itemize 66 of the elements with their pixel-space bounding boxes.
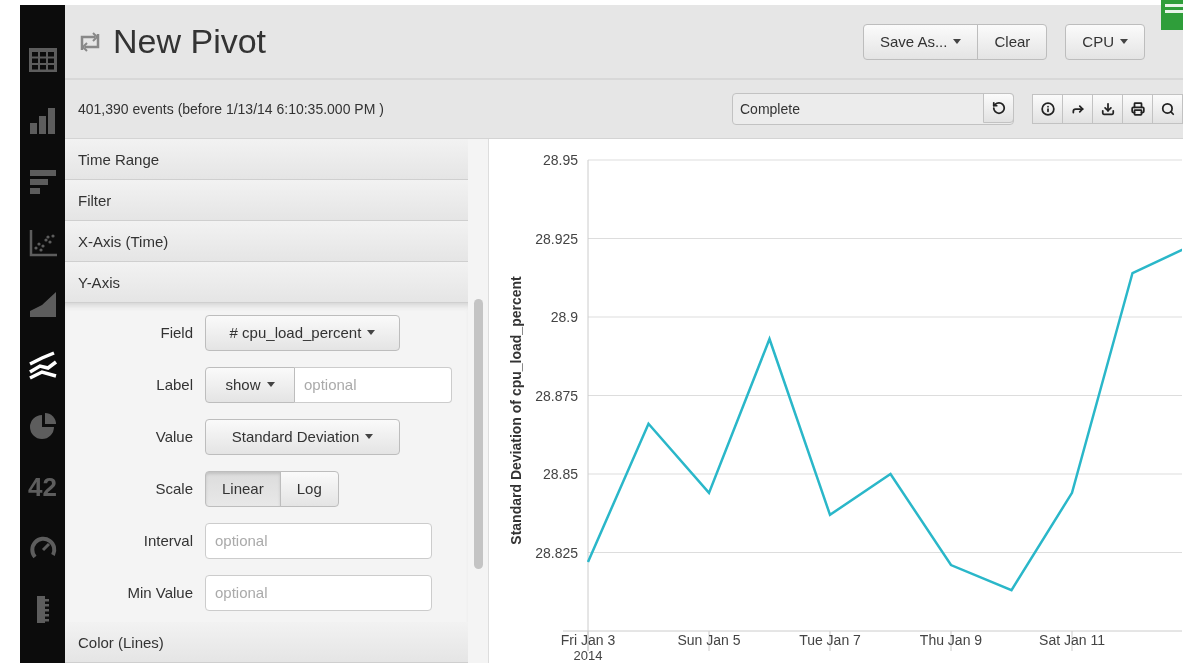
inspect-button[interactable]	[1152, 94, 1183, 124]
line-chart-icon	[27, 350, 58, 380]
field-label: Label	[155, 376, 194, 393]
column-chart-icon	[27, 106, 58, 136]
field-label: Min Value	[126, 584, 194, 601]
dropdown-button[interactable]: # cpu_load_percent	[205, 314, 400, 351]
x-axis-year-label: 2014	[573, 648, 603, 662]
dropdown-button[interactable]: show	[205, 366, 295, 403]
table-icon	[27, 45, 58, 75]
dropdown-button[interactable]: Save As...	[862, 23, 979, 60]
scrollbar-thumb[interactable]	[473, 299, 483, 569]
panel-header[interactable]: Y-Axis	[65, 262, 468, 303]
info-button[interactable]	[1032, 94, 1063, 124]
info-icon	[1040, 102, 1055, 116]
panel-header[interactable]: Color (Lines)	[65, 622, 468, 663]
segment-button[interactable]: Log	[279, 470, 339, 507]
x-tick-label: Sun Jan 5	[677, 632, 741, 648]
printer-icon	[1130, 102, 1145, 116]
pivot-icon	[79, 31, 101, 52]
y-tick-label: 28.85	[542, 466, 578, 482]
scatter-chart-icon	[27, 228, 58, 258]
page-title: New Pivot	[113, 22, 268, 61]
refresh-button[interactable]	[983, 93, 1014, 123]
y-axis-title: Standard Deviation of cpu_load_percent	[508, 276, 524, 545]
caret-icon	[266, 382, 275, 387]
job-status: Complete	[739, 100, 801, 119]
y-tick-label: 28.95	[542, 152, 578, 168]
caret-icon	[953, 39, 962, 44]
panel-header[interactable]: Filter	[65, 180, 468, 221]
bar-chart-icon	[27, 167, 58, 197]
area-chart-icon	[27, 289, 58, 319]
download-icon	[1100, 102, 1115, 116]
share-icon	[1070, 102, 1085, 116]
event-count: 401,390 events (before 1/13/14 6:10:35.000 PM )	[78, 101, 385, 117]
clear-button[interactable]: Clear	[977, 23, 1048, 60]
x-tick-label: Sat Jan 11	[1039, 632, 1105, 648]
input-field[interactable]: optional	[205, 522, 432, 559]
caret-icon	[1120, 39, 1128, 44]
dropdown-button[interactable]: Standard Deviation	[205, 418, 400, 455]
print-button[interactable]	[1122, 94, 1153, 124]
panel-header[interactable]: X-Axis (Time)	[65, 221, 468, 262]
caret-icon	[365, 434, 374, 439]
input-field[interactable]: optional	[205, 574, 432, 611]
input-field[interactable]: optional	[295, 366, 452, 403]
x-tick-label: Thu Jan 9	[919, 632, 983, 648]
x-tick-label: Fri Jan 3	[560, 632, 616, 648]
y-tick-label: 28.925	[535, 230, 578, 247]
field-label: Value	[154, 428, 194, 445]
dropdown-button[interactable]: CPU	[1065, 23, 1145, 60]
pie-chart-icon	[27, 411, 58, 441]
refresh-icon	[991, 101, 1006, 115]
y-tick-label: 28.9	[550, 309, 578, 325]
panel-header[interactable]: Time Range	[65, 139, 468, 180]
spreadsheet-icon	[1159, 0, 1183, 30]
field-label: Interval	[142, 532, 194, 549]
y-tick-label: 28.875	[535, 387, 578, 404]
field-label: Field	[159, 324, 194, 341]
search-icon	[1160, 102, 1175, 116]
share-button[interactable]	[1062, 94, 1093, 124]
field-label: Scale	[154, 480, 194, 497]
segment-button[interactable]: Linear	[205, 470, 281, 507]
y-tick-label: 28.825	[535, 544, 578, 561]
export-button[interactable]	[1092, 94, 1123, 124]
caret-icon	[367, 330, 376, 335]
x-tick-label: Tue Jan 7	[799, 632, 861, 648]
ruler-icon	[36, 595, 49, 623]
